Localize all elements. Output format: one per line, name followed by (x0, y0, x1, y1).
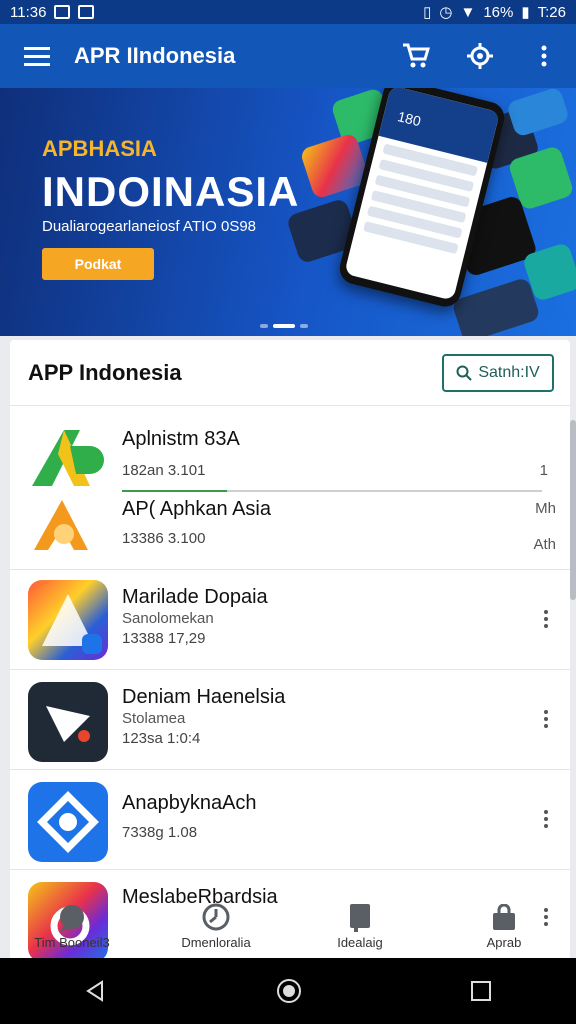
app-meta: 7338g 1.08 (122, 824, 198, 841)
hamburger-icon (24, 47, 50, 66)
app-badge-bottom: Ath (533, 536, 556, 553)
app-icon (28, 426, 112, 490)
bottom-navigation: Tim Booneil3 Dmenloralia Idealaig Aprab (0, 890, 576, 958)
overflow-menu-button[interactable] (512, 24, 576, 88)
status-time-right: T:26 (537, 3, 566, 21)
battery-icon: ▮ (521, 4, 530, 21)
system-navigation-bar (0, 958, 576, 1024)
search-label: Satnh:IV (478, 363, 540, 381)
status-bar: 11:36 ▯ ◷ ▼ 16% ▮ T:26 (0, 0, 576, 24)
scrollbar[interactable] (570, 420, 576, 600)
item-overflow-button[interactable] (540, 610, 552, 628)
nav-item-2[interactable]: Idealaig (305, 902, 415, 950)
list-item[interactable]: Deniam Haenelsia Stolamea 123sa 1:0:4 (10, 670, 570, 770)
cart-button[interactable] (384, 24, 448, 88)
app-badge-top: Mh (535, 500, 556, 517)
app-name: AP( Aphkan Asia (122, 498, 271, 520)
app-icon (28, 682, 108, 762)
app-tile-decoration (451, 276, 541, 336)
carousel-indicator[interactable] (260, 324, 308, 328)
clock-icon (202, 903, 230, 931)
app-subtitle: Sanolomekan (122, 610, 214, 627)
gear-icon (467, 43, 493, 69)
app-list-card: APP Indonesia Satnh:IV Aplnistm 83A 182a… (10, 340, 570, 960)
banner-headline: INDOINASIA (42, 168, 300, 215)
status-time: 11:36 (10, 3, 47, 21)
progress-divider (122, 490, 542, 492)
app-tile-decoration (505, 88, 571, 138)
app-bar: APR IIndonesia (0, 24, 576, 88)
carousel-dot-active[interactable] (273, 324, 295, 328)
nav-item-1[interactable]: Dmenloralia (161, 902, 271, 950)
banner-cta-button[interactable]: Podkat (42, 248, 154, 280)
search-icon (456, 365, 473, 381)
app-meta: 13388 17,29 (122, 630, 206, 647)
menu-button[interactable] (0, 24, 74, 88)
battery-percent: 16% (483, 3, 514, 21)
notification-icon (54, 5, 71, 19)
list-item[interactable]: Aplnistm 83A 182an 3.101 1 AP( Aphkan As… (10, 406, 570, 570)
item-overflow-button[interactable] (540, 710, 552, 728)
app-name: Deniam Haenelsia (122, 686, 286, 708)
app-meta: 123sa 1:0:4 (122, 730, 201, 747)
list-item[interactable]: Marilade Dopaia Sanolomekan 13388 17,29 (10, 570, 570, 670)
carousel-dot[interactable] (300, 324, 308, 328)
bag-icon (493, 904, 515, 930)
back-icon[interactable] (84, 979, 108, 1003)
banner-subtitle: Dualiarogearlaneiosf ATIO 0S98 (42, 218, 257, 235)
wifi-icon: ▼ (460, 3, 476, 21)
app-rank: 1 (539, 462, 548, 479)
nav-label: Tim Booneil3 (34, 935, 110, 950)
app-subtitle: Stolamea (122, 710, 186, 727)
book-icon (350, 904, 370, 932)
item-overflow-button[interactable] (540, 810, 552, 828)
nav-item-0[interactable]: Tim Booneil3 (17, 904, 127, 950)
nav-label: Dmenloralia (181, 935, 251, 950)
app-title: APR IIndonesia (74, 43, 236, 68)
chat-icon (60, 905, 84, 932)
banner-kicker: APBHASIA (42, 136, 157, 161)
app-icon (28, 782, 108, 862)
vibrate-icon: ▯ (423, 4, 432, 21)
cart-icon (403, 43, 430, 68)
app-icon (28, 494, 100, 554)
app-meta: 182an 3.101 (122, 462, 206, 479)
more-vert-icon (541, 45, 547, 67)
recents-icon[interactable] (470, 980, 492, 1002)
list-item[interactable]: AnapbyknaAch 7338g 1.08 (10, 770, 570, 870)
app-meta: 13386 3.100 (122, 530, 206, 547)
promo-banner[interactable]: 180 APBHASIA INDOINASIA Dualiarogearlane… (0, 88, 576, 336)
app-name: AnapbyknaAch (122, 792, 257, 814)
nav-item-3[interactable]: Aprab (449, 904, 559, 950)
app-name: Aplnistm 83A (122, 428, 240, 450)
image-notification-icon (78, 5, 95, 19)
carousel-dot[interactable] (260, 324, 268, 328)
app-icon (28, 580, 108, 660)
alarm-icon: ◷ (439, 4, 453, 21)
search-button[interactable]: Satnh:IV (442, 353, 554, 392)
section-header: APP Indonesia Satnh:IV (10, 340, 570, 406)
nav-label: Aprab (486, 935, 522, 950)
nav-label: Idealaig (337, 935, 383, 950)
settings-button[interactable] (448, 24, 512, 88)
home-icon[interactable] (276, 978, 302, 1004)
app-name: Marilade Dopaia (122, 586, 268, 608)
section-title: APP Indonesia (28, 359, 182, 385)
